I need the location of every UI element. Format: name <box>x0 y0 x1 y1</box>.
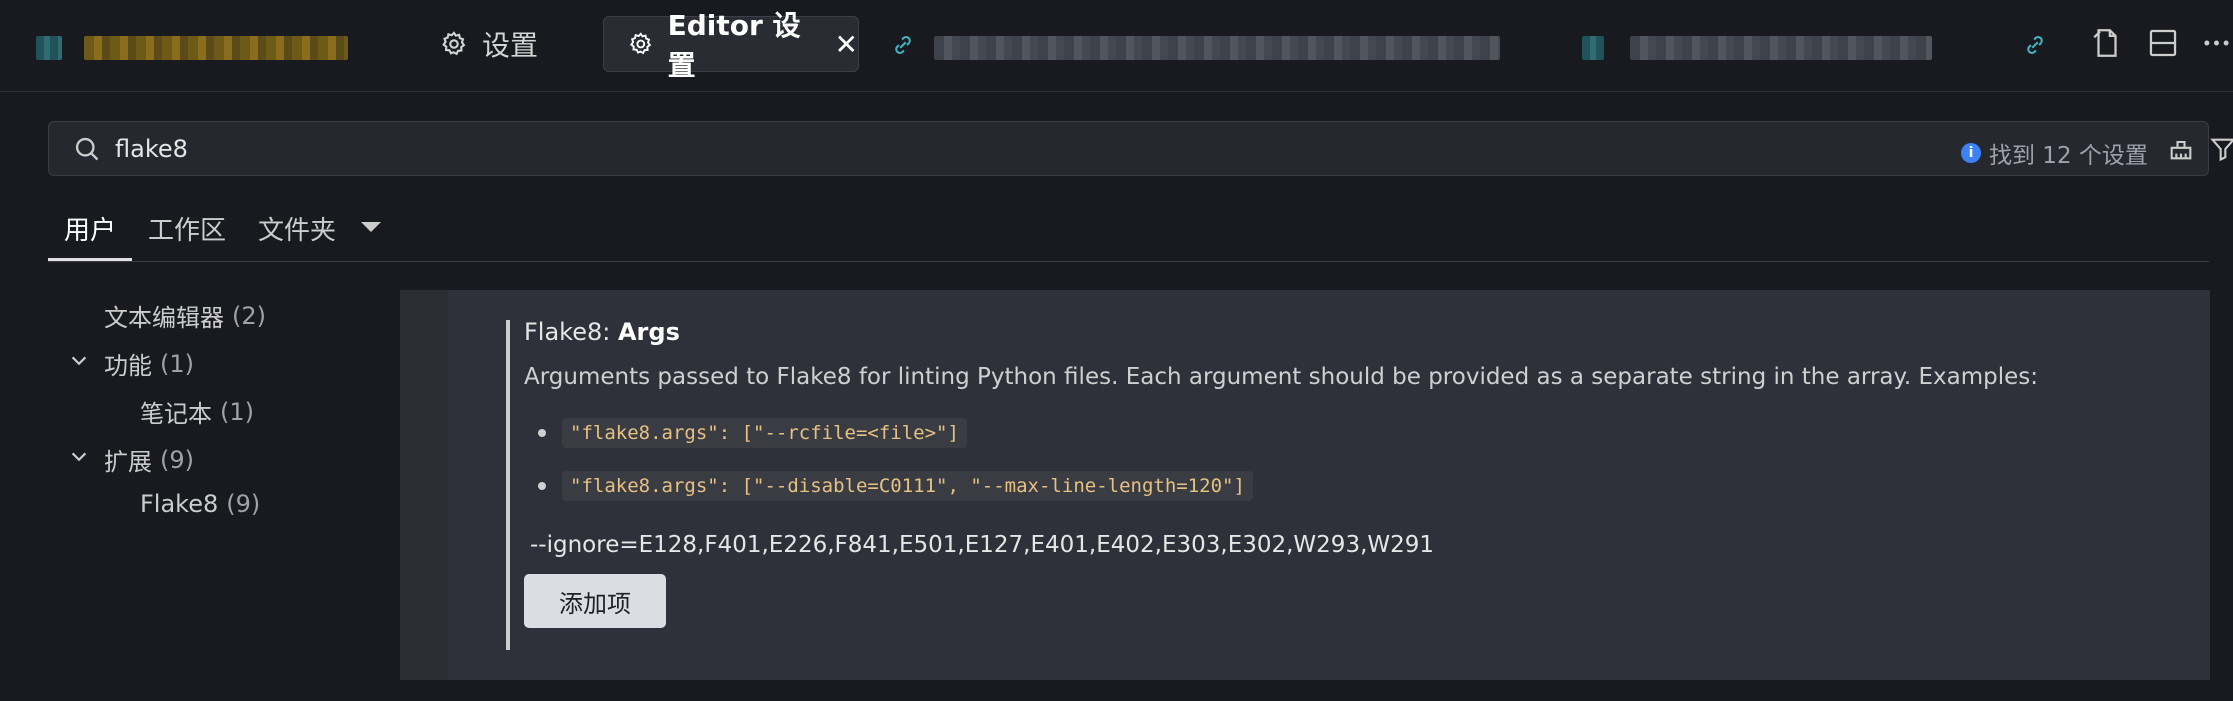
toc-item-count: (1) <box>220 397 254 426</box>
split-editor-icon[interactable] <box>2146 26 2180 60</box>
tab-editor-settings[interactable]: Editor 设置 ✕ <box>603 9 859 82</box>
toc-item-label: Flake8 <box>140 490 219 518</box>
search-result-count-text: 找到 12 个设置 <box>1989 143 2148 169</box>
list-bullet <box>538 482 546 490</box>
chevron-down-icon[interactable] <box>68 446 90 468</box>
tab-user[interactable]: 用户 <box>64 210 116 247</box>
redacted-tab-title[interactable] <box>934 36 1500 60</box>
toc-item-label: 文本编辑器 <box>104 304 224 332</box>
example-code-1: "flake8.args": ["--rcfile=<file>"] <box>562 418 967 448</box>
toc-item-count: (2) <box>232 301 266 330</box>
tab-folder[interactable]: 文件夹 <box>258 210 336 247</box>
focus-indicator <box>506 320 510 650</box>
toc-item-count: (1) <box>160 349 194 378</box>
python-file-icon <box>895 36 911 54</box>
toc-item-features[interactable]: 功能 (1) <box>71 346 194 381</box>
python-file-icon[interactable] <box>2024 34 2046 56</box>
clear-settings-search-icon[interactable] <box>2167 135 2195 163</box>
redacted-tab-icon <box>1582 36 1604 60</box>
info-icon: i <box>1961 143 1981 163</box>
setting-category: Flake8: <box>524 318 618 346</box>
editor-tab-bar: 设置 Editor 设置 ✕ <box>0 0 2233 92</box>
setting-title: Flake8: Args <box>524 318 680 346</box>
active-tab-indicator <box>48 258 132 261</box>
toc-item-label: 功能 <box>104 352 152 380</box>
setting-description: Arguments passed to Flake8 for linting P… <box>524 364 2038 390</box>
toc-item-extensions[interactable]: 扩展 (9) <box>71 442 194 477</box>
toc-item-notebook[interactable]: 笔记本 (1) <box>140 394 254 429</box>
toc-item-label: 扩展 <box>104 448 152 476</box>
search-icon <box>75 137 99 161</box>
more-actions-icon[interactable] <box>2200 26 2233 60</box>
redacted-tab-title[interactable] <box>1630 36 1932 60</box>
add-item-button[interactable]: 添加项 <box>524 574 666 628</box>
toc-item-flake8[interactable]: Flake8 (9) <box>140 490 260 518</box>
gear-icon <box>442 31 466 56</box>
filter-icon[interactable] <box>2209 135 2233 163</box>
folder-dropdown-icon[interactable] <box>361 222 381 232</box>
toc-item-text-editor[interactable]: 文本编辑器 (2) <box>104 298 266 333</box>
toc-item-count: (9) <box>160 445 194 474</box>
settings-search-box: i 找到 12 个设置 <box>48 121 2233 176</box>
open-json-settings-icon[interactable] <box>2090 26 2124 60</box>
tab-settings-label: 设置 <box>482 29 539 62</box>
search-result-count: i 找到 12 个设置 <box>1961 136 2148 170</box>
example-code-2: "flake8.args": ["--disable=C0111", "--ma… <box>562 471 1253 501</box>
tab-editor-settings-label: Editor 设置 <box>667 9 801 82</box>
close-icon[interactable]: ✕ <box>835 28 858 61</box>
search-input[interactable] <box>113 130 1813 168</box>
settings-list: Flake8: Args Arguments passed to Flake8 … <box>400 290 2210 680</box>
redacted-tab-icon <box>36 36 62 60</box>
chevron-down-icon[interactable] <box>68 350 90 372</box>
toc-item-label: 笔记本 <box>140 400 212 428</box>
tab-settings[interactable]: 设置 <box>440 16 538 72</box>
list-bullet <box>538 429 546 437</box>
settings-scope-tabs: 用户 工作区 文件夹 <box>48 200 2209 262</box>
redacted-tab-title[interactable] <box>84 36 348 60</box>
setting-name: Args <box>617 318 680 346</box>
toc-item-count: (9) <box>226 490 261 518</box>
setting-item-flake8-args: Flake8: Args Arguments passed to Flake8 … <box>448 290 2210 680</box>
gear-icon <box>629 32 652 55</box>
tab-workspace[interactable]: 工作区 <box>148 210 226 247</box>
array-item-value[interactable]: --ignore=E128,F401,E226,F841,E501,E127,E… <box>530 532 1434 558</box>
